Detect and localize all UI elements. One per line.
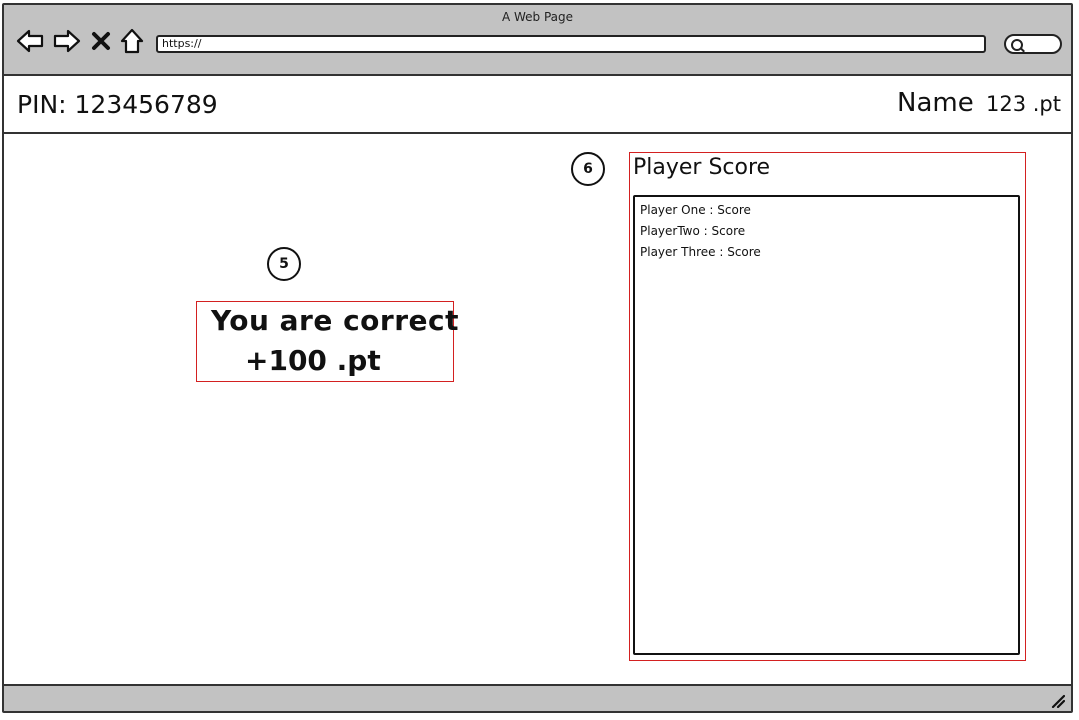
answer-result-box: You are correct +100 .pt [196,301,459,382]
resize-grip-icon[interactable] [1049,692,1066,709]
search-icon [1011,39,1023,51]
status-bar [4,684,1071,711]
callout-5: 5 [267,247,301,281]
url-input[interactable]: https:// [156,35,986,53]
game-header: PIN: 123456789 Name 123 .pt [4,76,1071,134]
callout-6: 6 [571,152,605,186]
window-title: A Web Page [501,10,574,24]
player-name: Name [897,88,974,118]
home-icon[interactable] [118,27,146,55]
player-points: 123 .pt [986,92,1061,116]
browser-window: A Web Page https:// PIN: 123456789 Name … [2,3,1073,713]
list-item[interactable]: Player One : Score [640,200,1013,221]
list-item[interactable]: Player Three : Score [640,242,1013,263]
search-button[interactable] [1004,34,1062,54]
back-arrow-icon[interactable] [16,27,44,55]
result-message: You are correct [211,304,459,337]
close-x-icon[interactable] [90,27,112,55]
score-panel-title: Player Score [633,155,771,180]
score-list[interactable]: Player One : Score PlayerTwo : Score Pla… [633,195,1020,655]
browser-toolbar: A Web Page https:// [4,5,1071,76]
list-item[interactable]: PlayerTwo : Score [640,221,1013,242]
forward-arrow-icon[interactable] [53,27,81,55]
player-score-panel: Player Score Player One : Score PlayerTw… [629,152,1026,661]
game-pin: PIN: 123456789 [17,90,218,119]
result-points: +100 .pt [245,344,381,377]
